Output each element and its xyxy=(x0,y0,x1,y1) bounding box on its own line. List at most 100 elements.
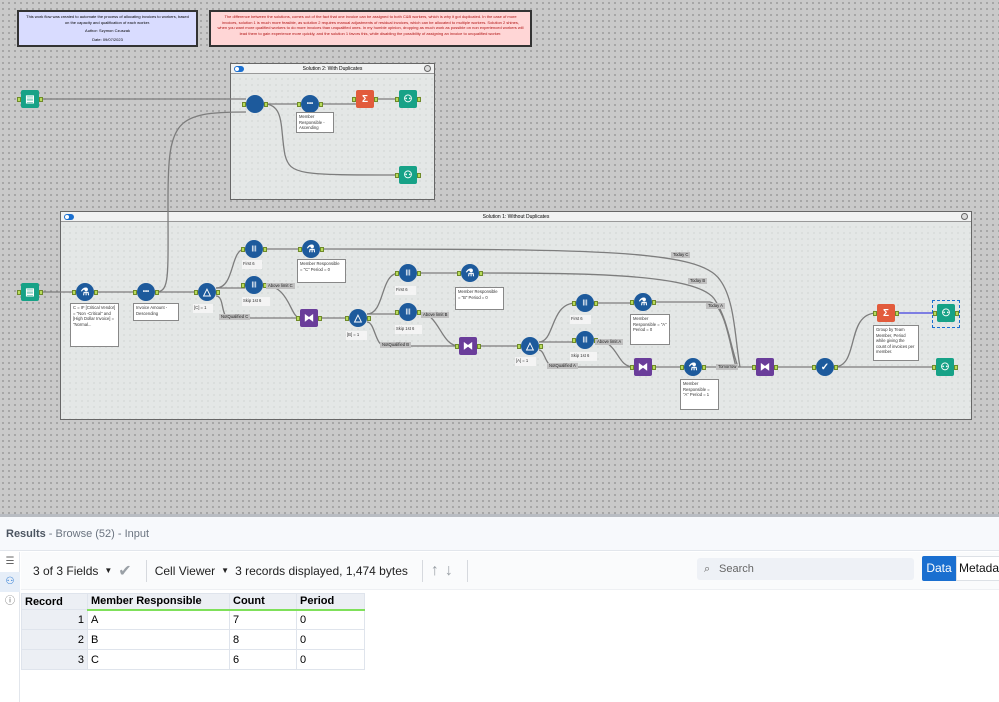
output-anchor[interactable] xyxy=(594,301,598,306)
cell-count[interactable]: 6 xyxy=(229,649,297,670)
input-anchor[interactable] xyxy=(873,311,877,316)
input-anchor[interactable] xyxy=(395,271,399,276)
output-anchor[interactable] xyxy=(264,102,268,107)
sort-tool[interactable]: ••• xyxy=(137,283,155,301)
union-tool[interactable]: ⧓ xyxy=(756,358,774,376)
cell-record[interactable]: 1 xyxy=(21,609,88,630)
input-tool[interactable]: ▤ xyxy=(21,90,39,108)
check-icon[interactable]: ✔ xyxy=(118,561,131,581)
chevron-down-icon[interactable]: ▼ xyxy=(104,566,112,575)
cell-period[interactable]: 0 xyxy=(296,629,365,650)
output-anchor[interactable] xyxy=(374,97,378,102)
output-anchor[interactable] xyxy=(477,344,481,349)
cell-record[interactable]: 2 xyxy=(21,629,88,650)
input-anchor[interactable] xyxy=(194,290,198,295)
formula-tool[interactable]: ⚗ xyxy=(634,293,652,311)
cell-member[interactable]: B xyxy=(87,629,230,650)
input-anchor[interactable] xyxy=(298,247,302,252)
column-header-period[interactable]: Period xyxy=(296,593,365,611)
output-anchor[interactable] xyxy=(155,290,159,295)
output-anchor[interactable] xyxy=(479,271,483,276)
output-anchor[interactable] xyxy=(39,97,43,102)
output-anchor[interactable] xyxy=(702,365,706,370)
input-anchor[interactable] xyxy=(395,310,399,315)
input-anchor[interactable] xyxy=(72,290,76,295)
cell-count[interactable]: 8 xyxy=(229,629,297,650)
output-anchor[interactable] xyxy=(367,316,371,321)
input-anchor[interactable] xyxy=(680,365,684,370)
input-anchor[interactable] xyxy=(395,173,399,178)
input-anchor[interactable] xyxy=(352,97,356,102)
output-anchor[interactable] xyxy=(320,247,324,252)
output-anchor[interactable] xyxy=(263,247,267,252)
formula-tool[interactable]: ⚗ xyxy=(461,264,479,282)
summarize-tool[interactable]: Σ xyxy=(356,90,374,108)
sample-tool[interactable]: ||| xyxy=(576,331,594,349)
sample-tool[interactable]: ||| xyxy=(576,294,594,312)
output-anchor[interactable] xyxy=(94,290,98,295)
union-tool[interactable]: ⧓ xyxy=(634,358,652,376)
cell-period[interactable]: 0 xyxy=(296,609,365,630)
connection-wire[interactable] xyxy=(154,111,247,293)
sample-tool[interactable]: ||| xyxy=(399,264,417,282)
workflow-canvas[interactable]: This work flow was created to automate t… xyxy=(0,0,999,514)
union-tool[interactable]: ⧓ xyxy=(300,309,318,327)
input-anchor[interactable] xyxy=(242,102,246,107)
input-anchor[interactable] xyxy=(455,344,459,349)
input-anchor[interactable] xyxy=(296,316,300,321)
select-records-tool[interactable]: ✓ xyxy=(816,358,834,376)
input-anchor[interactable] xyxy=(241,283,245,288)
list-icon[interactable]: ☰ xyxy=(0,552,20,572)
output-anchor[interactable] xyxy=(895,311,899,316)
sample-tool[interactable]: ||| xyxy=(245,240,263,258)
sort-tool[interactable]: ••• xyxy=(301,95,319,113)
input-anchor[interactable] xyxy=(17,97,21,102)
cell-period[interactable]: 0 xyxy=(296,649,365,670)
output-anchor[interactable] xyxy=(834,365,838,370)
browse-tool[interactable]: ⚇ xyxy=(937,304,955,322)
cell-record[interactable]: 3 xyxy=(21,649,88,670)
output-anchor[interactable] xyxy=(417,97,421,102)
output-anchor[interactable] xyxy=(954,365,958,370)
browse-tool[interactable]: ⚇ xyxy=(936,358,954,376)
input-anchor[interactable] xyxy=(932,365,936,370)
sample-tool[interactable]: ||| xyxy=(245,276,263,294)
input-anchor[interactable] xyxy=(297,102,301,107)
metadata-button[interactable]: Metadata xyxy=(956,556,999,581)
cell-viewer-dropdown[interactable]: Cell Viewer xyxy=(155,564,215,578)
output-anchor[interactable] xyxy=(417,173,421,178)
fields-dropdown[interactable]: 3 of 3 Fields xyxy=(33,564,98,578)
column-header-count[interactable]: Count xyxy=(229,593,297,611)
input-anchor[interactable] xyxy=(933,311,937,316)
formula-tool[interactable]: ⚗ xyxy=(76,283,94,301)
input-anchor[interactable] xyxy=(517,344,521,349)
help-icon[interactable]: ⓘ xyxy=(0,592,20,612)
input-anchor[interactable] xyxy=(457,271,461,276)
arrow-down-icon[interactable]: ↓ xyxy=(445,562,453,580)
summarize-tool[interactable]: Σ xyxy=(877,304,895,322)
input-anchor[interactable] xyxy=(133,290,137,295)
input-anchor[interactable] xyxy=(630,300,634,305)
arrow-up-icon[interactable]: ↑ xyxy=(431,562,439,580)
filter-tool[interactable]: △ xyxy=(349,309,367,327)
input-tool[interactable]: ▤ xyxy=(21,283,39,301)
cell-member[interactable]: C xyxy=(87,649,230,670)
input-anchor[interactable] xyxy=(812,365,816,370)
formula-tool[interactable]: ⚗ xyxy=(302,240,320,258)
output-anchor[interactable] xyxy=(539,344,543,349)
output-anchor[interactable] xyxy=(652,365,656,370)
binoculars-icon[interactable]: ⚇ xyxy=(0,572,20,592)
input-anchor[interactable] xyxy=(17,290,21,295)
column-header-member[interactable]: Member Responsible xyxy=(87,593,230,611)
filter-tool[interactable]: △ xyxy=(198,283,216,301)
output-anchor[interactable] xyxy=(318,316,322,321)
input-anchor[interactable] xyxy=(572,301,576,306)
connection-wire[interactable] xyxy=(478,272,739,368)
output-anchor[interactable] xyxy=(417,271,421,276)
output-anchor[interactable] xyxy=(774,365,778,370)
output-anchor[interactable] xyxy=(955,311,959,316)
connection-wire[interactable] xyxy=(833,312,878,368)
join-multiple-tool[interactable] xyxy=(246,95,264,113)
union-tool[interactable]: ⧓ xyxy=(459,337,477,355)
output-anchor[interactable] xyxy=(319,102,323,107)
